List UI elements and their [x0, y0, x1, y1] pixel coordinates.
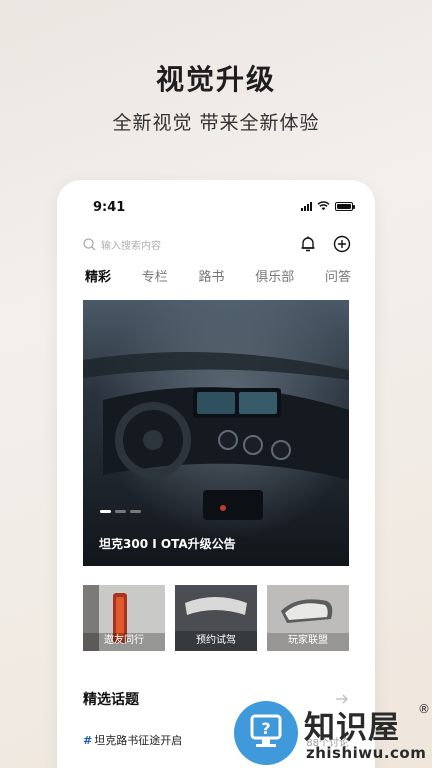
- card-travel-together[interactable]: 遨友同行: [83, 585, 165, 651]
- watermark-url: zhishiwu.com: [306, 744, 427, 762]
- search-bar[interactable]: 输入搜索内容: [83, 232, 351, 256]
- wifi-icon: [317, 201, 330, 211]
- phone-frame: 9:41 输入搜索内容 精彩 专栏 路书 俱乐部 问答 坦克300 I OTA升…: [57, 180, 375, 768]
- topic-item[interactable]: # 坦克路书征途开启: [83, 732, 182, 748]
- signal-icon: [301, 201, 312, 211]
- tab-roadbook[interactable]: 路书: [198, 266, 224, 285]
- search-icon: [83, 237, 96, 250]
- bell-icon[interactable]: [299, 235, 317, 253]
- card-label: 遨友同行: [104, 635, 144, 646]
- tab-qa[interactable]: 问答: [325, 266, 351, 285]
- card-label: 玩家联盟: [288, 635, 328, 646]
- car-interior-image: [83, 300, 349, 566]
- battery-icon: [335, 201, 355, 211]
- watermark-logo-icon: ?: [234, 701, 298, 765]
- watermark-name: 知识屋: [304, 710, 400, 746]
- watermark-badge-glyph: ?: [261, 719, 270, 738]
- promo-subtitle: 全新视觉 带来全新体验: [112, 112, 320, 134]
- status-icons: [301, 201, 355, 211]
- hashtag-icon: #: [83, 734, 93, 747]
- card-label: 预约试驾: [196, 635, 236, 646]
- status-time: 9:41: [93, 200, 126, 215]
- hero-banner[interactable]: 坦克300 I OTA升级公告: [83, 300, 349, 566]
- carousel-indicator[interactable]: [100, 510, 141, 513]
- topic-text: 坦克路书征途开启: [94, 734, 183, 747]
- watermark: ? 知识屋 ® zhishiwu.com: [232, 700, 432, 768]
- quick-cards: 遨友同行 预约试驾 玩家联盟: [83, 585, 349, 651]
- add-circle-icon[interactable]: [333, 235, 351, 253]
- promo-title: 视觉升级: [155, 63, 276, 96]
- search-input[interactable]: 输入搜索内容: [101, 237, 283, 252]
- tab-club[interactable]: 俱乐部: [255, 266, 294, 285]
- hero-caption: 坦克300 I OTA升级公告: [99, 537, 236, 551]
- tab-column[interactable]: 专栏: [142, 266, 168, 285]
- card-player-alliance[interactable]: 玩家联盟: [267, 585, 349, 651]
- status-bar: 9:41: [57, 180, 375, 232]
- section-title: 精选话题: [83, 692, 139, 708]
- tab-featured[interactable]: 精彩: [85, 266, 111, 285]
- category-tabs: 精彩 专栏 路书 俱乐部 问答: [85, 266, 351, 285]
- card-test-drive[interactable]: 预约试驾: [175, 585, 257, 651]
- watermark-reg: ®: [418, 702, 430, 716]
